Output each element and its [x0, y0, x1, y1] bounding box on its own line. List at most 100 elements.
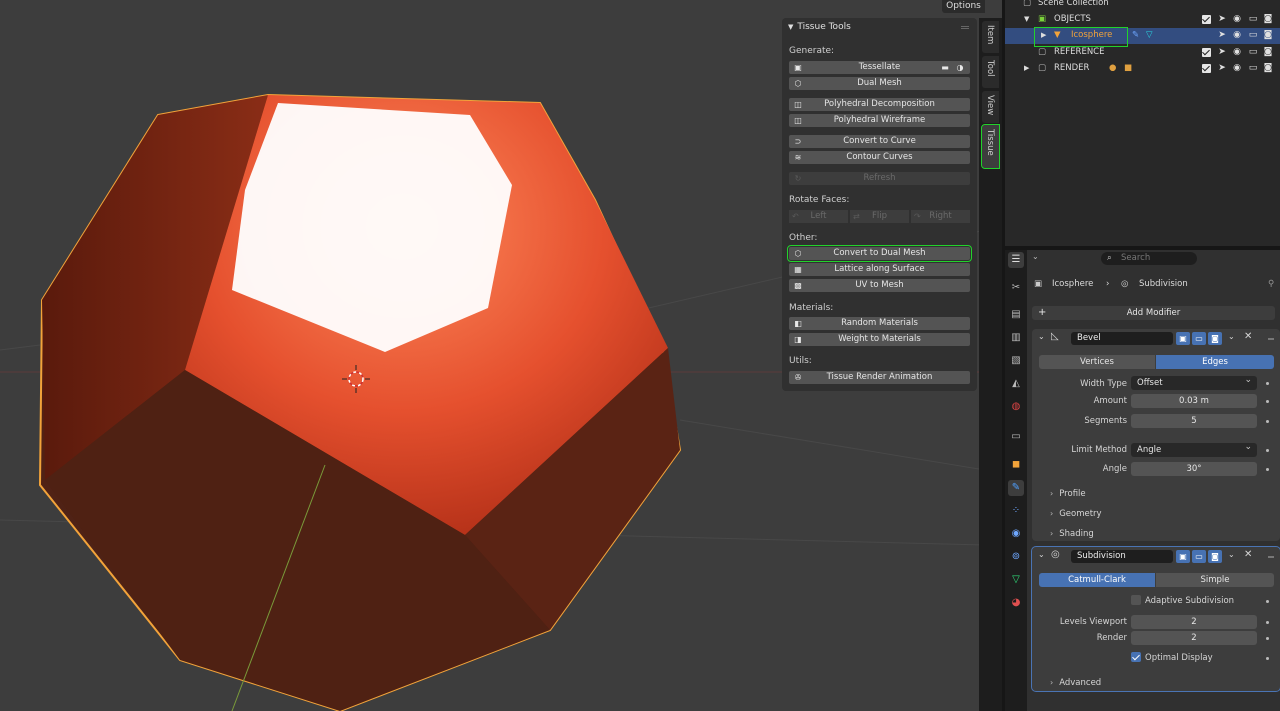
material-sphere-icon[interactable]: ◑ — [955, 63, 965, 72]
polyhedral-decomposition-button[interactable]: ◫ Polyhedral Decomposition — [789, 98, 970, 111]
exclude-checkbox[interactable] — [1202, 48, 1211, 57]
scene-icon[interactable]: ◭ — [1008, 376, 1024, 392]
render-toggle-icon[interactable]: ◙ — [1208, 332, 1222, 345]
advanced-subpanel[interactable]: › Advanced — [1050, 678, 1101, 688]
select-arrow-icon[interactable]: ➤ — [1217, 47, 1227, 57]
tab-tissue[interactable]: Tissue — [981, 124, 1000, 169]
adaptive-subdivision-checkbox[interactable] — [1131, 595, 1141, 605]
weight-to-materials-button[interactable]: ◨ Weight to Materials — [789, 333, 970, 346]
output-icon[interactable]: ▥ — [1008, 330, 1024, 346]
select-arrow-icon[interactable]: ➤ — [1217, 63, 1227, 73]
rotate-right-button[interactable]: ↷ Right — [911, 210, 970, 223]
constraints-icon[interactable]: ⊚ — [1008, 549, 1024, 565]
rotate-left-button[interactable]: ↶ Left — [789, 210, 849, 223]
camera-icon[interactable]: ◙ — [1263, 30, 1273, 40]
subdivision-name-field[interactable]: Subdivision — [1071, 550, 1173, 563]
keyframe-dot[interactable] — [1266, 637, 1269, 640]
add-modifier-button[interactable]: + Add Modifier — [1032, 306, 1275, 320]
options-button[interactable]: Options — [942, 0, 985, 13]
chevron-down-icon[interactable]: ⌄ — [1038, 550, 1045, 559]
keyframe-dot[interactable] — [1266, 420, 1269, 423]
pin-icon[interactable]: ⚲ — [1268, 279, 1274, 289]
amount-field[interactable]: 0.03 m — [1131, 394, 1257, 408]
edit-mode-toggle-icon[interactable]: ▣ — [1176, 332, 1190, 345]
collection-icon[interactable]: ▭ — [1008, 429, 1024, 445]
chevron-down-icon[interactable]: ⌄ — [1228, 332, 1235, 341]
camera-icon[interactable]: ◙ — [1263, 47, 1273, 57]
polyhedral-wireframe-button[interactable]: ◫ Polyhedral Wireframe — [789, 114, 970, 127]
exclude-checkbox[interactable] — [1202, 15, 1211, 24]
select-arrow-icon[interactable]: ➤ — [1217, 30, 1227, 40]
monitor-icon[interactable]: ▭ — [1248, 14, 1258, 24]
editor-type-dropdown[interactable]: ⌄ — [1032, 252, 1039, 261]
uv-to-mesh-button[interactable]: ▩ UV to Mesh — [789, 279, 970, 292]
camera-icon[interactable]: ◙ — [1263, 14, 1273, 24]
profile-subpanel[interactable]: › Profile — [1050, 489, 1086, 499]
bevel-mode-edges[interactable]: Edges — [1156, 355, 1274, 369]
search-input[interactable]: ⌕ Search — [1101, 252, 1197, 265]
tab-item[interactable]: Item — [982, 21, 999, 53]
segments-field[interactable]: 5 — [1131, 414, 1257, 428]
random-materials-button[interactable]: ◧ Random Materials — [789, 317, 970, 330]
rotate-flip-button[interactable]: ⇄ Flip — [850, 210, 910, 223]
tissue-render-animation-button[interactable]: ✇ Tissue Render Animation — [789, 371, 970, 384]
tool-icon[interactable]: ✂ — [1008, 280, 1024, 296]
bevel-header[interactable]: ⌄ ◺ Bevel ▣ ▭ ◙ ⌄ ✕ — [1032, 329, 1280, 347]
chevron-down-icon[interactable]: ⌄ — [1038, 332, 1045, 341]
monitor-icon[interactable]: ▭ — [1248, 47, 1258, 57]
tessellate-button[interactable]: ▣ Tessellate ▬ ◑ — [789, 61, 970, 74]
keyframe-dot[interactable] — [1266, 400, 1269, 403]
convert-to-curve-button[interactable]: ⊃ Convert to Curve — [789, 135, 970, 148]
limit-method-dropdown[interactable]: Angle — [1131, 440, 1257, 457]
viewport-toggle-icon[interactable]: ▭ — [1192, 332, 1206, 345]
edit-mode-toggle-icon[interactable]: ▣ — [1176, 550, 1190, 563]
geometry-subpanel[interactable]: › Geometry — [1050, 509, 1102, 519]
archive-icon[interactable]: ▬ — [940, 63, 950, 72]
monitor-icon[interactable]: ▭ — [1248, 63, 1258, 73]
editor-type-icon[interactable]: ☰ — [1008, 252, 1024, 268]
eye-icon[interactable]: ◉ — [1232, 14, 1242, 24]
contour-curves-button[interactable]: ≋ Contour Curves — [789, 151, 970, 164]
camera-icon[interactable]: ◙ — [1263, 63, 1273, 73]
mesh-data-icon[interactable]: ▽ — [1146, 30, 1153, 40]
particles-icon[interactable]: ⁘ — [1008, 503, 1024, 519]
levels-viewport-field[interactable]: 2 — [1131, 615, 1257, 629]
width-type-dropdown[interactable]: Offset — [1131, 373, 1257, 390]
optimal-display-checkbox[interactable] — [1131, 652, 1141, 662]
tab-tool[interactable]: Tool — [982, 56, 999, 88]
object-icon[interactable]: ◼ — [1008, 457, 1024, 473]
convert-to-dual-mesh-button[interactable]: ⬡ Convert to Dual Mesh — [787, 245, 972, 262]
render-toggle-icon[interactable]: ◙ — [1208, 550, 1222, 563]
panel-header[interactable]: ▼ Tissue Tools — [788, 22, 851, 32]
select-arrow-icon[interactable]: ➤ — [1217, 14, 1227, 24]
view-layer-icon[interactable]: ▧ — [1008, 353, 1024, 369]
angle-field[interactable]: 30° — [1131, 462, 1257, 476]
outliner-row-scene-collection[interactable]: ▢ Scene Collection — [1005, 0, 1280, 12]
world-icon[interactable]: ◍ — [1008, 399, 1024, 415]
monitor-icon[interactable]: ▭ — [1248, 30, 1258, 40]
viewport-toggle-icon[interactable]: ▭ — [1192, 550, 1206, 563]
drag-grip-icon[interactable] — [1268, 556, 1274, 558]
tab-view[interactable]: View — [982, 91, 999, 123]
keyframe-dot[interactable] — [1266, 657, 1269, 660]
outliner-row-objects[interactable]: ▼ ▣ OBJECTS ➤ ◉ ▭ ◙ — [1005, 12, 1280, 28]
subdivision-catmull-clark[interactable]: Catmull-Clark — [1039, 573, 1155, 587]
refresh-button[interactable]: ↻ Refresh — [789, 172, 970, 185]
keyframe-dot[interactable] — [1266, 449, 1269, 452]
wrench-icon[interactable]: ✎ — [1132, 30, 1139, 40]
3d-viewport[interactable]: Options ▼ Tissue Tools Generate: ▣ Tessell… — [0, 0, 985, 711]
keyframe-dot[interactable] — [1266, 621, 1269, 624]
render-icon[interactable]: ▤ — [1008, 307, 1024, 323]
exclude-checkbox[interactable] — [1202, 64, 1211, 73]
keyframe-dot[interactable] — [1266, 382, 1269, 385]
close-icon[interactable]: ✕ — [1244, 549, 1252, 560]
subdivision-header[interactable]: ⌄ ◎ Subdivision ▣ ▭ ◙ ⌄ ✕ — [1032, 547, 1280, 565]
breadcrumb-modifier[interactable]: Subdivision — [1139, 279, 1188, 289]
outliner-row-render[interactable]: ▶ ▢ RENDER ● ■ ➤ ◉ ▭ ◙ — [1005, 61, 1280, 77]
subdivision-simple[interactable]: Simple — [1156, 573, 1274, 587]
drag-grip-icon[interactable] — [1268, 338, 1274, 340]
bevel-mode-vertices[interactable]: Vertices — [1039, 355, 1155, 369]
modifier-wrench-icon[interactable]: ✎ — [1008, 480, 1024, 496]
material-icon[interactable]: ◕ — [1008, 595, 1024, 611]
eye-icon[interactable]: ◉ — [1232, 63, 1242, 73]
